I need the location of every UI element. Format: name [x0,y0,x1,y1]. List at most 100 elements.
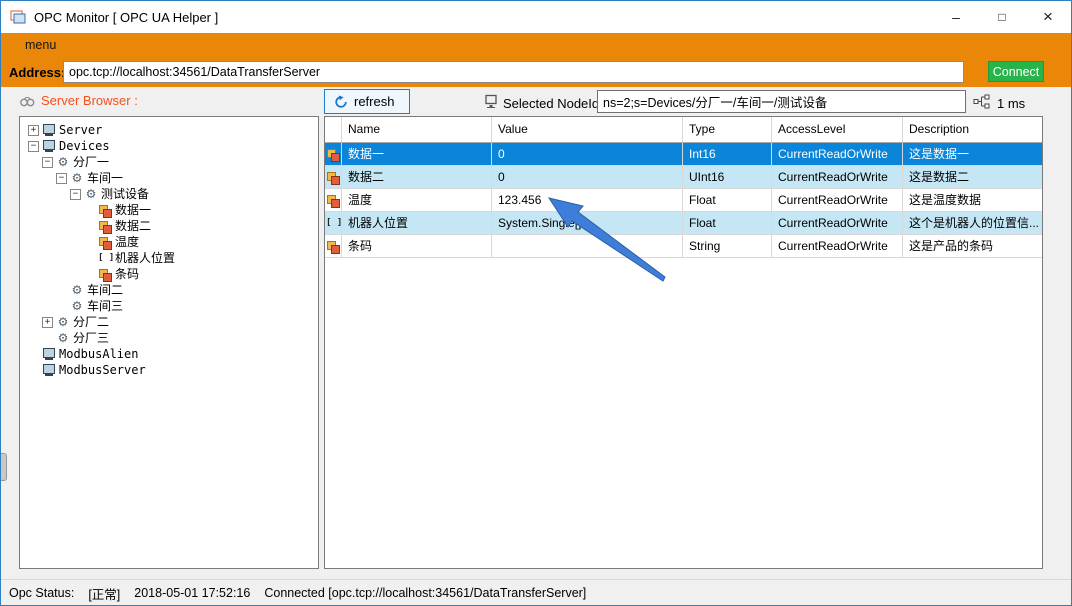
table-row[interactable]: 条码 String CurrentReadOrWrite 这是产品的条码 [325,235,1042,258]
collapse-icon[interactable]: − [28,140,39,152]
value-cell[interactable] [492,235,683,257]
value-cell[interactable]: 0 [492,143,683,165]
accesslevel-cell[interactable]: CurrentReadOrWrite [772,212,903,234]
accesslevel-cell[interactable]: CurrentReadOrWrite [772,235,903,257]
collapse-icon[interactable]: − [42,156,53,168]
tag-icon [326,193,340,208]
server-icon [42,139,56,153]
description-cell[interactable]: 这是数据一 [903,143,1042,165]
description-cell[interactable]: 这个是机器人的位置信... [903,212,1042,234]
tree-item[interactable]: ⚙ 车间二 [22,282,318,298]
name-cell[interactable]: 数据一 [342,143,492,165]
tree-item-label: 分厂三 [73,331,110,345]
nodeid-input[interactable] [597,90,966,113]
tag-icon [98,267,112,282]
maximize-icon: □ [998,10,1006,24]
tree-item-label: 车间二 [87,283,124,297]
tree-item-label: 数据二 [115,219,152,233]
grid-header-row: Name Value Type AccessLevel Description [325,117,1042,143]
expand-icon[interactable]: + [42,316,53,328]
tree-item[interactable]: 温度 [22,234,318,250]
column-header-description[interactable]: Description [903,117,1042,142]
status-state: [正常] [88,587,121,602]
tree-item-label: Devices [59,139,110,153]
minimize-button[interactable]: – [933,1,979,33]
tree-item[interactable]: + Server [22,122,318,138]
grid-body: 数据一 0 Int16 CurrentReadOrWrite 这是数据一 数据二 0 UInt… [325,143,1042,258]
tree-item-label: 数据一 [115,203,152,217]
data-grid: Name Value Type AccessLevel Description 数据一 0… [324,116,1043,569]
server-tree: + Server − Devices − ⚙ 分厂一 − ⚙ 车间一 − ⚙ 测试设备 数据一 数据二 温度[… [22,122,318,378]
window-edge-artifact [1,453,7,481]
accesslevel-cell[interactable]: CurrentReadOrWrite [772,143,903,165]
column-header-value[interactable]: Value [492,117,683,142]
window-controls: – □ × [933,1,1071,33]
gear-icon: ⚙ [71,171,83,185]
tree-item[interactable]: [ ] 机器人位置 [22,250,318,266]
tree-item-label: 车间三 [87,299,124,313]
tree-item[interactable]: − ⚙ 车间一 [22,170,318,186]
address-input[interactable] [63,61,964,83]
collapse-icon[interactable]: − [56,172,67,184]
name-cell[interactable]: 机器人位置 [342,212,492,234]
connect-button[interactable]: Connect [988,61,1044,82]
tree-item[interactable]: − Devices [22,138,318,154]
column-header-type[interactable]: Type [683,117,772,142]
menu-item-menu[interactable]: menu [19,36,62,54]
tree-item-label: ModbusAlien [59,347,139,361]
name-cell[interactable]: 条码 [342,235,492,257]
expand-icon[interactable]: + [28,124,39,136]
tree-item-label: 分厂一 [73,155,110,169]
table-row[interactable]: 数据二 0 UInt16 CurrentReadOrWrite 这是数据二 [325,166,1042,189]
table-row[interactable]: 数据一 0 Int16 CurrentReadOrWrite 这是数据一 [325,143,1042,166]
tree-item[interactable]: − ⚙ 分厂一 [22,154,318,170]
refresh-button[interactable]: refresh [324,89,410,114]
value-cell[interactable]: 123.456 [492,189,683,211]
array-icon: [ ] [326,218,342,228]
description-cell[interactable]: 这是产品的条码 [903,235,1042,257]
status-connection: Connected [opc.tcp://localhost:34561/Dat… [264,586,587,600]
tree-item[interactable]: ⚙ 车间三 [22,298,318,314]
gear-icon: ⚙ [57,331,69,345]
tree-item[interactable]: 数据一 [22,202,318,218]
accesslevel-cell[interactable]: CurrentReadOrWrite [772,166,903,188]
title-bar: OPC Monitor [ OPC UA Helper ] – □ × [1,1,1071,33]
description-cell[interactable]: 这是温度数据 [903,189,1042,211]
tree-item[interactable]: 数据二 [22,218,318,234]
tree-item[interactable]: 条码 [22,266,318,282]
app-window: OPC Monitor [ OPC UA Helper ] – □ × menu… [0,0,1072,606]
collapse-icon[interactable]: − [70,188,81,200]
row-header-cell [325,235,342,257]
type-cell[interactable]: Float [683,212,772,234]
tree-item[interactable]: ModbusAlien [22,346,318,362]
status-bar: Opc Status: [正常] 2018-05-01 17:52:16 Con… [1,579,1071,605]
maximize-button[interactable]: □ [979,1,1025,33]
type-cell[interactable]: Int16 [683,143,772,165]
tree-item[interactable]: ⚙ 分厂三 [22,330,318,346]
column-header-accesslevel[interactable]: AccessLevel [772,117,903,142]
name-cell[interactable]: 数据二 [342,166,492,188]
table-row[interactable]: 温度 123.456 Float CurrentReadOrWrite 这是温度数据 [325,189,1042,212]
gear-icon: ⚙ [71,299,83,313]
gear-icon: ⚙ [85,187,97,201]
name-cell[interactable]: 温度 [342,189,492,211]
type-cell[interactable]: UInt16 [683,166,772,188]
accesslevel-cell[interactable]: CurrentReadOrWrite [772,189,903,211]
tag-icon [98,203,112,218]
value-cell[interactable]: System.Single[] [492,212,683,234]
column-header-name[interactable]: Name [342,117,492,142]
tree-item[interactable]: + ⚙ 分厂二 [22,314,318,330]
type-cell[interactable]: String [683,235,772,257]
browse-icon [20,96,35,106]
tree-item[interactable]: − ⚙ 测试设备 [22,186,318,202]
selected-nodeid-label: Selected NodeId: [503,96,603,111]
corner-cell[interactable] [325,117,342,142]
tree-item[interactable]: ModbusServer [22,362,318,378]
table-row[interactable]: [ ] 机器人位置 System.Single[] Float CurrentReadO… [325,212,1042,235]
description-cell[interactable]: 这是数据二 [903,166,1042,188]
value-cell[interactable]: 0 [492,166,683,188]
type-cell[interactable]: Float [683,189,772,211]
tree-item-label: 条码 [115,267,140,281]
close-button[interactable]: × [1025,1,1071,33]
app-icon [10,10,26,24]
